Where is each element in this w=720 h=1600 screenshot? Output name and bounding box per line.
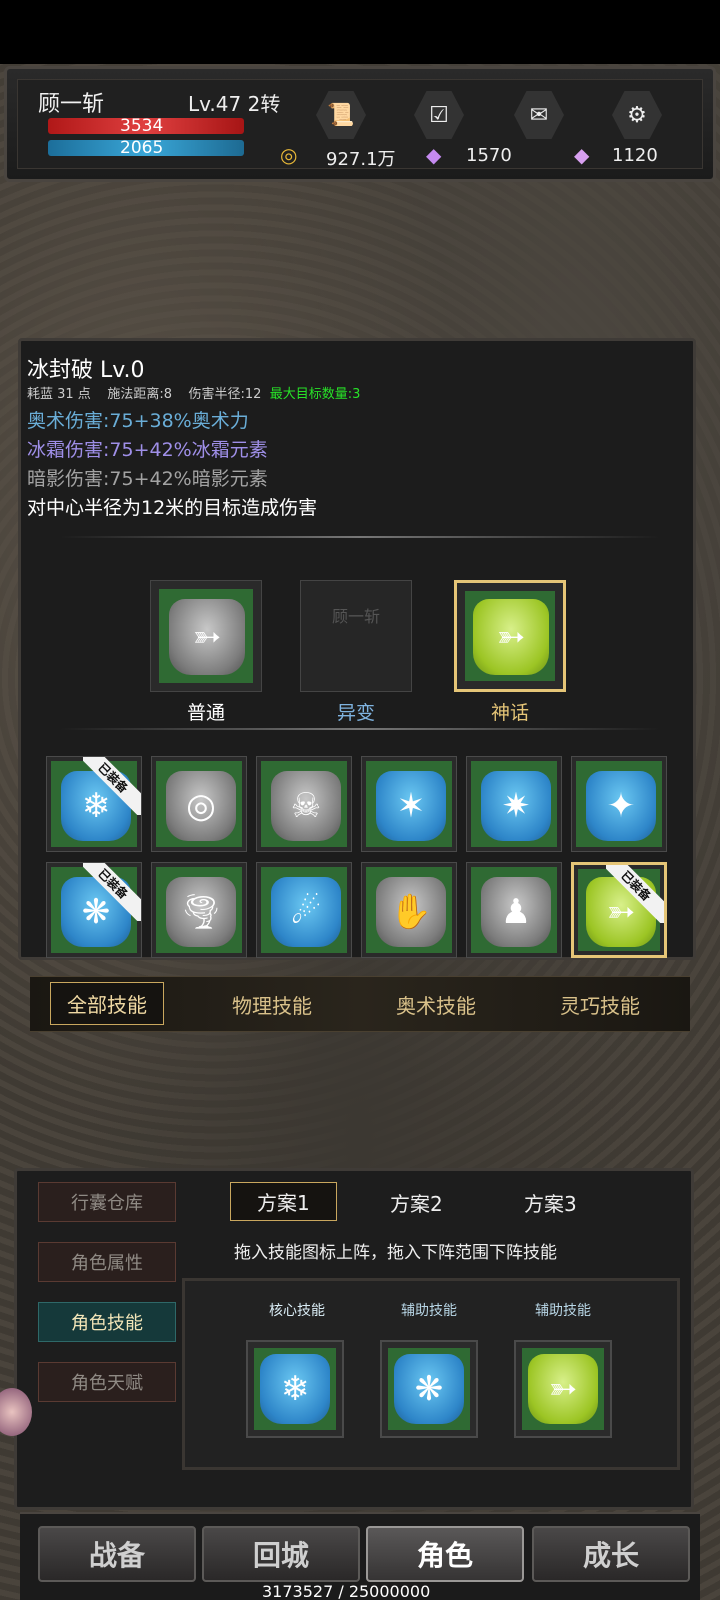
skill-range: 施法距离:8 [107,387,172,402]
slash-rune-icon: ➳ [473,599,549,675]
rarity-label-normal: 普通 [186,702,225,724]
snowflake-icon: ❄ [260,1354,330,1424]
ice-spear-icon: ✦ [586,771,656,841]
side-tab-talents[interactable]: 角色天赋 [38,1362,176,1402]
player-name: 顾一斩 [38,92,105,117]
skill-max-targets: 最大目标数量:3 [269,387,361,402]
vortex-icon: ◎ [166,771,236,841]
core-skill-slot[interactable]: ❄ [246,1340,344,1438]
gem-icon: ◆ [426,143,442,167]
empty-slot-text: 顾一斩 [331,607,380,626]
skill-name: 冰封破 Lv.0 [27,358,145,383]
tab-arcane-skills[interactable]: 奥术技能 [396,990,476,1019]
skill-radius: 伤害半径:12 [188,387,262,402]
tornado-icon: 🌪 [166,877,236,947]
skill-description: 对中心半径为12米的目标造成伤害 [27,497,318,519]
tab-agility-skills[interactable]: 灵巧技能 [560,990,640,1019]
rarity-label-mutated: 异变 [336,702,375,724]
skill-grid-item[interactable]: ✶ [361,756,457,852]
plan-tab-2[interactable]: 方案2 [390,1188,443,1217]
nav-battle-prep[interactable]: 战备 [38,1526,196,1582]
nav-label: 角色 [416,1539,473,1572]
skill-grid-item[interactable]: ❋ 已装备 [46,862,142,958]
tab-all-skills[interactable]: 全部技能 [50,982,164,1025]
gold-coin-icon: ◎ [280,143,298,167]
nav-label: 成长 [582,1539,639,1572]
player-level: Lv.47 2转 [188,92,281,116]
support-skill-slot-2[interactable]: ➳ [514,1340,612,1438]
drag-hint: 拖入技能图标上阵，拖入下阵范围下阵技能 [234,1243,557,1263]
core-skill-label: 核心技能 [269,1303,325,1319]
skill-grid-item[interactable]: ✷ [466,756,562,852]
rarity-slot-normal[interactable]: ➳ [150,580,262,692]
slash-rune-icon: ➳ [528,1354,598,1424]
hooded-figure-icon: ♟ [481,877,551,947]
crystal-icon: ◆ [574,143,590,167]
nav-growth[interactable]: 成长 [532,1526,690,1582]
ice-shards-icon: ✷ [481,771,551,841]
side-tab-attributes[interactable]: 角色属性 [38,1242,176,1282]
slash-rune-icon: ➳ [169,599,245,675]
skill-grid-item[interactable]: ♟ [466,862,562,958]
equipped-badge: 已装备 [83,863,141,921]
gold-amount: 927.1万 [326,149,396,170]
divider [60,728,660,730]
side-tab-inventory[interactable]: 行囊仓库 [38,1182,176,1222]
status-bar [0,0,720,64]
skill-grid-item[interactable]: ✋ [361,862,457,958]
rarity-slot-mutated[interactable]: 顾一斩 [300,580,412,692]
skill-grid-item[interactable]: ☄ [256,862,352,958]
skull-icon: ☠ [271,771,341,841]
skill-stats: 耗蓝 31 点 施法距离:8 伤害半径:12 最大目标数量:3 [27,383,360,402]
skill-grid-item[interactable]: ✦ [571,756,667,852]
skill-grid-item[interactable]: ◎ [151,756,247,852]
support-skill-label-1: 辅助技能 [401,1303,457,1319]
equipped-badge: 已装备 [606,865,664,923]
nav-label: 回城 [252,1539,309,1572]
skill-grid-item[interactable]: 🌪 [151,862,247,958]
skill-cost: 耗蓝 31 点 [27,387,91,402]
rarity-slot-mythic[interactable]: ➳ [454,580,566,692]
nav-character[interactable]: 角色 [366,1526,524,1582]
mp-value: 2065 [120,138,164,158]
support-skill-label-2: 辅助技能 [535,1303,591,1319]
shadow-damage: 暗影伤害:75+42%暗影元素 [27,468,268,490]
side-tab-skills[interactable]: 角色技能 [38,1302,176,1342]
claw-icon: ✋ [376,877,446,947]
exp-readout: 3173527 / 25000000 [262,1582,431,1600]
frost-damage: 冰霜伤害:75+42%冰霜元素 [27,439,268,461]
gem-amount: 1570 [466,145,512,166]
plan-tab-1[interactable]: 方案1 [230,1182,337,1221]
arcane-damage: 奥术伤害:75+38%奥术力 [27,410,249,432]
crystal-amount: 1120 [612,145,658,166]
spirits-icon: ☄ [271,877,341,947]
skill-grid-item-selected[interactable]: ➳ 已装备 [571,862,667,958]
hp-value: 3534 [120,116,164,136]
tab-physical-skills[interactable]: 物理技能 [232,990,312,1019]
frost-bolt-icon: ✶ [376,771,446,841]
skill-grid-item[interactable]: ☠ [256,756,352,852]
divider [60,536,660,538]
nav-label: 战备 [88,1539,145,1572]
nav-return-town[interactable]: 回城 [202,1526,360,1582]
plan-tab-3[interactable]: 方案3 [524,1188,577,1217]
equipped-badge: 已装备 [83,757,141,815]
support-skill-slot-1[interactable]: ❋ [380,1340,478,1438]
ice-wing-icon: ❋ [394,1354,464,1424]
rarity-label-mythic: 神话 [490,702,529,724]
skill-grid-item[interactable]: ❄ 已装备 [46,756,142,852]
